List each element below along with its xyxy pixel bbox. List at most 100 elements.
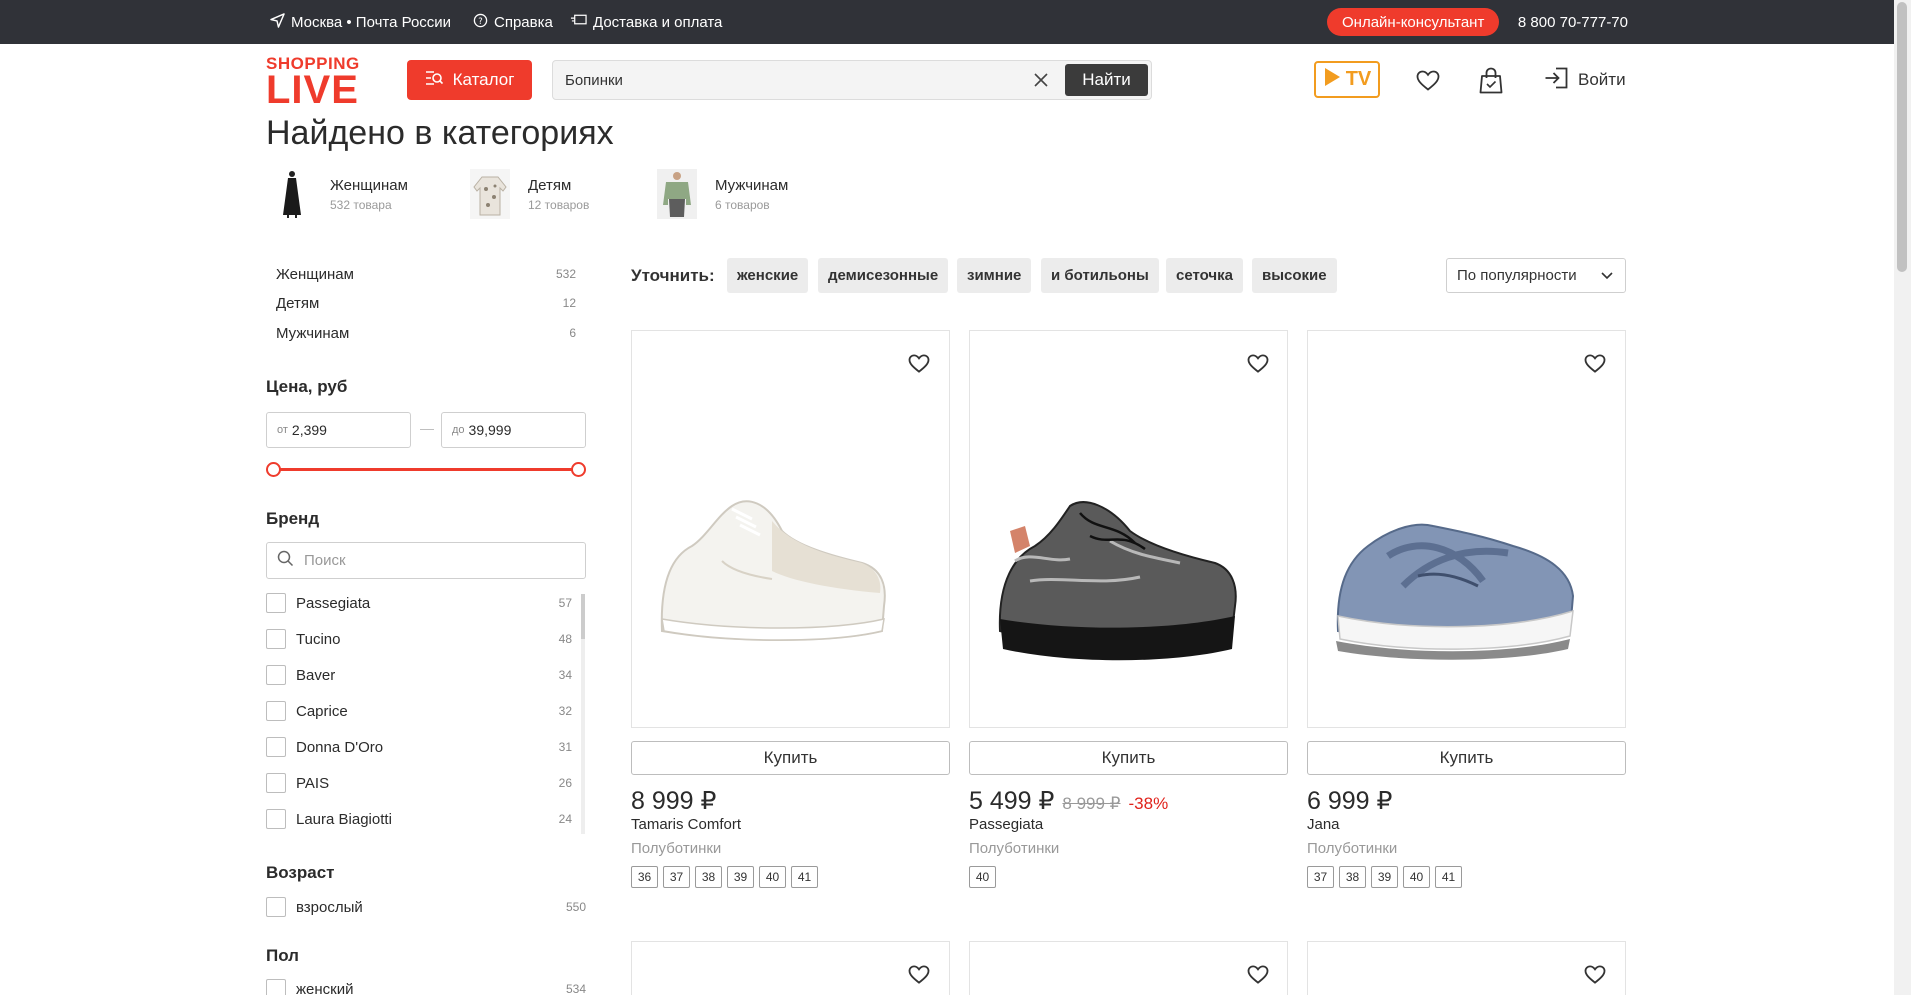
brand-checkbox[interactable]	[266, 773, 286, 793]
phone-number[interactable]: 8 800 70-777-70	[1518, 0, 1628, 44]
price-range-max-handle[interactable]	[571, 462, 586, 477]
size-chip[interactable]: 40	[759, 866, 786, 888]
brand-checkbox[interactable]	[266, 665, 286, 685]
brand-search-field[interactable]: Поиск	[266, 542, 586, 579]
product-sizes: 40	[969, 866, 996, 888]
search-field[interactable]: Бопинки Найти	[552, 60, 1152, 100]
brand-option[interactable]: PAIS 26	[266, 771, 572, 795]
category-name: Женщинам	[330, 176, 408, 194]
product-image[interactable]	[631, 941, 950, 995]
size-chip[interactable]: 41	[1435, 866, 1462, 888]
brand-checkbox[interactable]	[266, 701, 286, 721]
cart-bag-icon[interactable]	[1477, 66, 1505, 94]
favorite-heart-icon[interactable]	[1245, 963, 1271, 985]
size-chip[interactable]: 38	[695, 866, 722, 888]
sidebar-category-count: 12	[562, 296, 576, 310]
sidebar-category-men[interactable]: Мужчинам 6	[276, 321, 576, 345]
price-range-min-handle[interactable]	[266, 462, 281, 477]
online-consultant-button[interactable]: Онлайн-консультант	[1327, 8, 1500, 36]
shopping-live-logo[interactable]: SHOPPING LIVE	[266, 55, 361, 112]
size-chip[interactable]: 36	[631, 866, 658, 888]
page-scrollbar-thumb[interactable]	[1897, 2, 1907, 272]
brand-option[interactable]: Baver 34	[266, 663, 572, 687]
found-category-kids[interactable]: Детям 12 товаров	[470, 168, 589, 220]
help-icon: ?	[473, 13, 488, 32]
size-chip[interactable]: 37	[663, 866, 690, 888]
sort-selected-value: По популярности	[1457, 267, 1577, 284]
favorite-heart-icon[interactable]	[1582, 352, 1608, 374]
brand-filter-title: Бренд	[266, 509, 320, 528]
buy-button[interactable]: Купить	[1307, 741, 1626, 775]
help-link[interactable]: ? Справка	[473, 0, 553, 44]
size-chip[interactable]: 39	[727, 866, 754, 888]
refine-chip[interactable]: демисезонные	[818, 258, 949, 293]
brand-checkbox[interactable]	[266, 809, 286, 829]
brand-checkbox[interactable]	[266, 629, 286, 649]
favorites-heart-icon[interactable]	[1414, 66, 1442, 94]
product-image[interactable]	[631, 330, 950, 728]
sidebar-category-kids[interactable]: Детям 12	[276, 291, 576, 315]
age-checkbox[interactable]	[266, 897, 286, 917]
search-input[interactable]: Бопинки	[565, 61, 623, 99]
size-chip[interactable]: 38	[1339, 866, 1366, 888]
age-option[interactable]: взрослый 550	[266, 895, 586, 919]
product-image[interactable]	[1307, 330, 1626, 728]
price-from-input[interactable]: 2,399	[292, 422, 327, 438]
brand-option[interactable]: Caprice 32	[266, 699, 572, 723]
size-chip[interactable]: 39	[1371, 866, 1398, 888]
brand-checkbox[interactable]	[266, 593, 286, 613]
buy-button[interactable]: Купить	[631, 741, 950, 775]
brand-checkbox[interactable]	[266, 737, 286, 757]
buy-button[interactable]: Купить	[969, 741, 1288, 775]
price-from-field[interactable]: от 2,399	[266, 412, 411, 448]
size-chip[interactable]: 41	[791, 866, 818, 888]
clear-search-icon[interactable]	[1031, 70, 1051, 90]
brand-option[interactable]: Laura Biagiotti 24	[266, 807, 572, 831]
favorite-heart-icon[interactable]	[1582, 963, 1608, 985]
favorite-heart-icon[interactable]	[906, 963, 932, 985]
brand-option[interactable]: Passegiata 57	[266, 591, 572, 615]
size-chip[interactable]: 40	[1403, 866, 1430, 888]
login-link[interactable]: Войти	[1544, 64, 1626, 96]
size-chip[interactable]: 37	[1307, 866, 1334, 888]
refine-chip[interactable]: и ботильоны	[1041, 258, 1159, 293]
sort-select[interactable]: По популярности	[1446, 258, 1626, 293]
product-type: Полуботинки	[969, 840, 1060, 857]
product-brand[interactable]: Jana	[1307, 816, 1340, 833]
price-to-input[interactable]: 39,999	[469, 422, 512, 438]
refine-chip[interactable]: высокие	[1252, 258, 1337, 293]
find-button[interactable]: Найти	[1065, 64, 1148, 96]
gender-option[interactable]: женский 534	[266, 977, 586, 995]
size-chip[interactable]: 40	[969, 866, 996, 888]
favorite-heart-icon[interactable]	[1245, 352, 1271, 374]
logo-bottom-text: LIVE	[266, 68, 359, 112]
age-filter-title: Возраст	[266, 863, 335, 882]
price-to-field[interactable]: до 39,999	[441, 412, 586, 448]
product-type: Полуботинки	[1307, 840, 1398, 857]
refine-chip[interactable]: сеточка	[1166, 258, 1243, 293]
product-image[interactable]	[1307, 941, 1626, 995]
product-brand[interactable]: Tamaris Comfort	[631, 816, 741, 833]
brand-option[interactable]: Donna D'Oro 31	[266, 735, 572, 759]
found-category-women[interactable]: Женщинам 532 товара	[272, 168, 408, 220]
product-image[interactable]	[969, 330, 1288, 728]
brand-search-input[interactable]: Поиск	[304, 552, 346, 569]
product-image[interactable]	[969, 941, 1288, 995]
brand-list-scrollbar-thumb[interactable]	[581, 594, 585, 639]
location-link[interactable]: Москва • Почта России	[270, 0, 451, 44]
refine-chip[interactable]: женские	[727, 258, 809, 293]
sidebar-category-women[interactable]: Женщинам 532	[276, 262, 576, 286]
delivery-link[interactable]: Доставка и оплата	[570, 0, 722, 44]
catalog-button[interactable]: Каталог	[407, 60, 532, 100]
tv-button[interactable]: TV	[1314, 61, 1380, 98]
category-count: 12 товаров	[528, 197, 590, 212]
gender-checkbox[interactable]	[266, 979, 286, 995]
favorite-heart-icon[interactable]	[906, 352, 932, 374]
discount-badge: -38%	[1128, 794, 1169, 813]
found-category-men[interactable]: Мужчинам 6 товаров	[657, 168, 788, 220]
brand-option[interactable]: Tucino 48	[266, 627, 572, 651]
refine-chip[interactable]: зимние	[957, 258, 1032, 293]
product-brand[interactable]: Passegiata	[969, 816, 1043, 833]
price-range-track[interactable]	[273, 468, 578, 471]
found-in-categories-title: Найдено в категориях	[266, 114, 614, 152]
